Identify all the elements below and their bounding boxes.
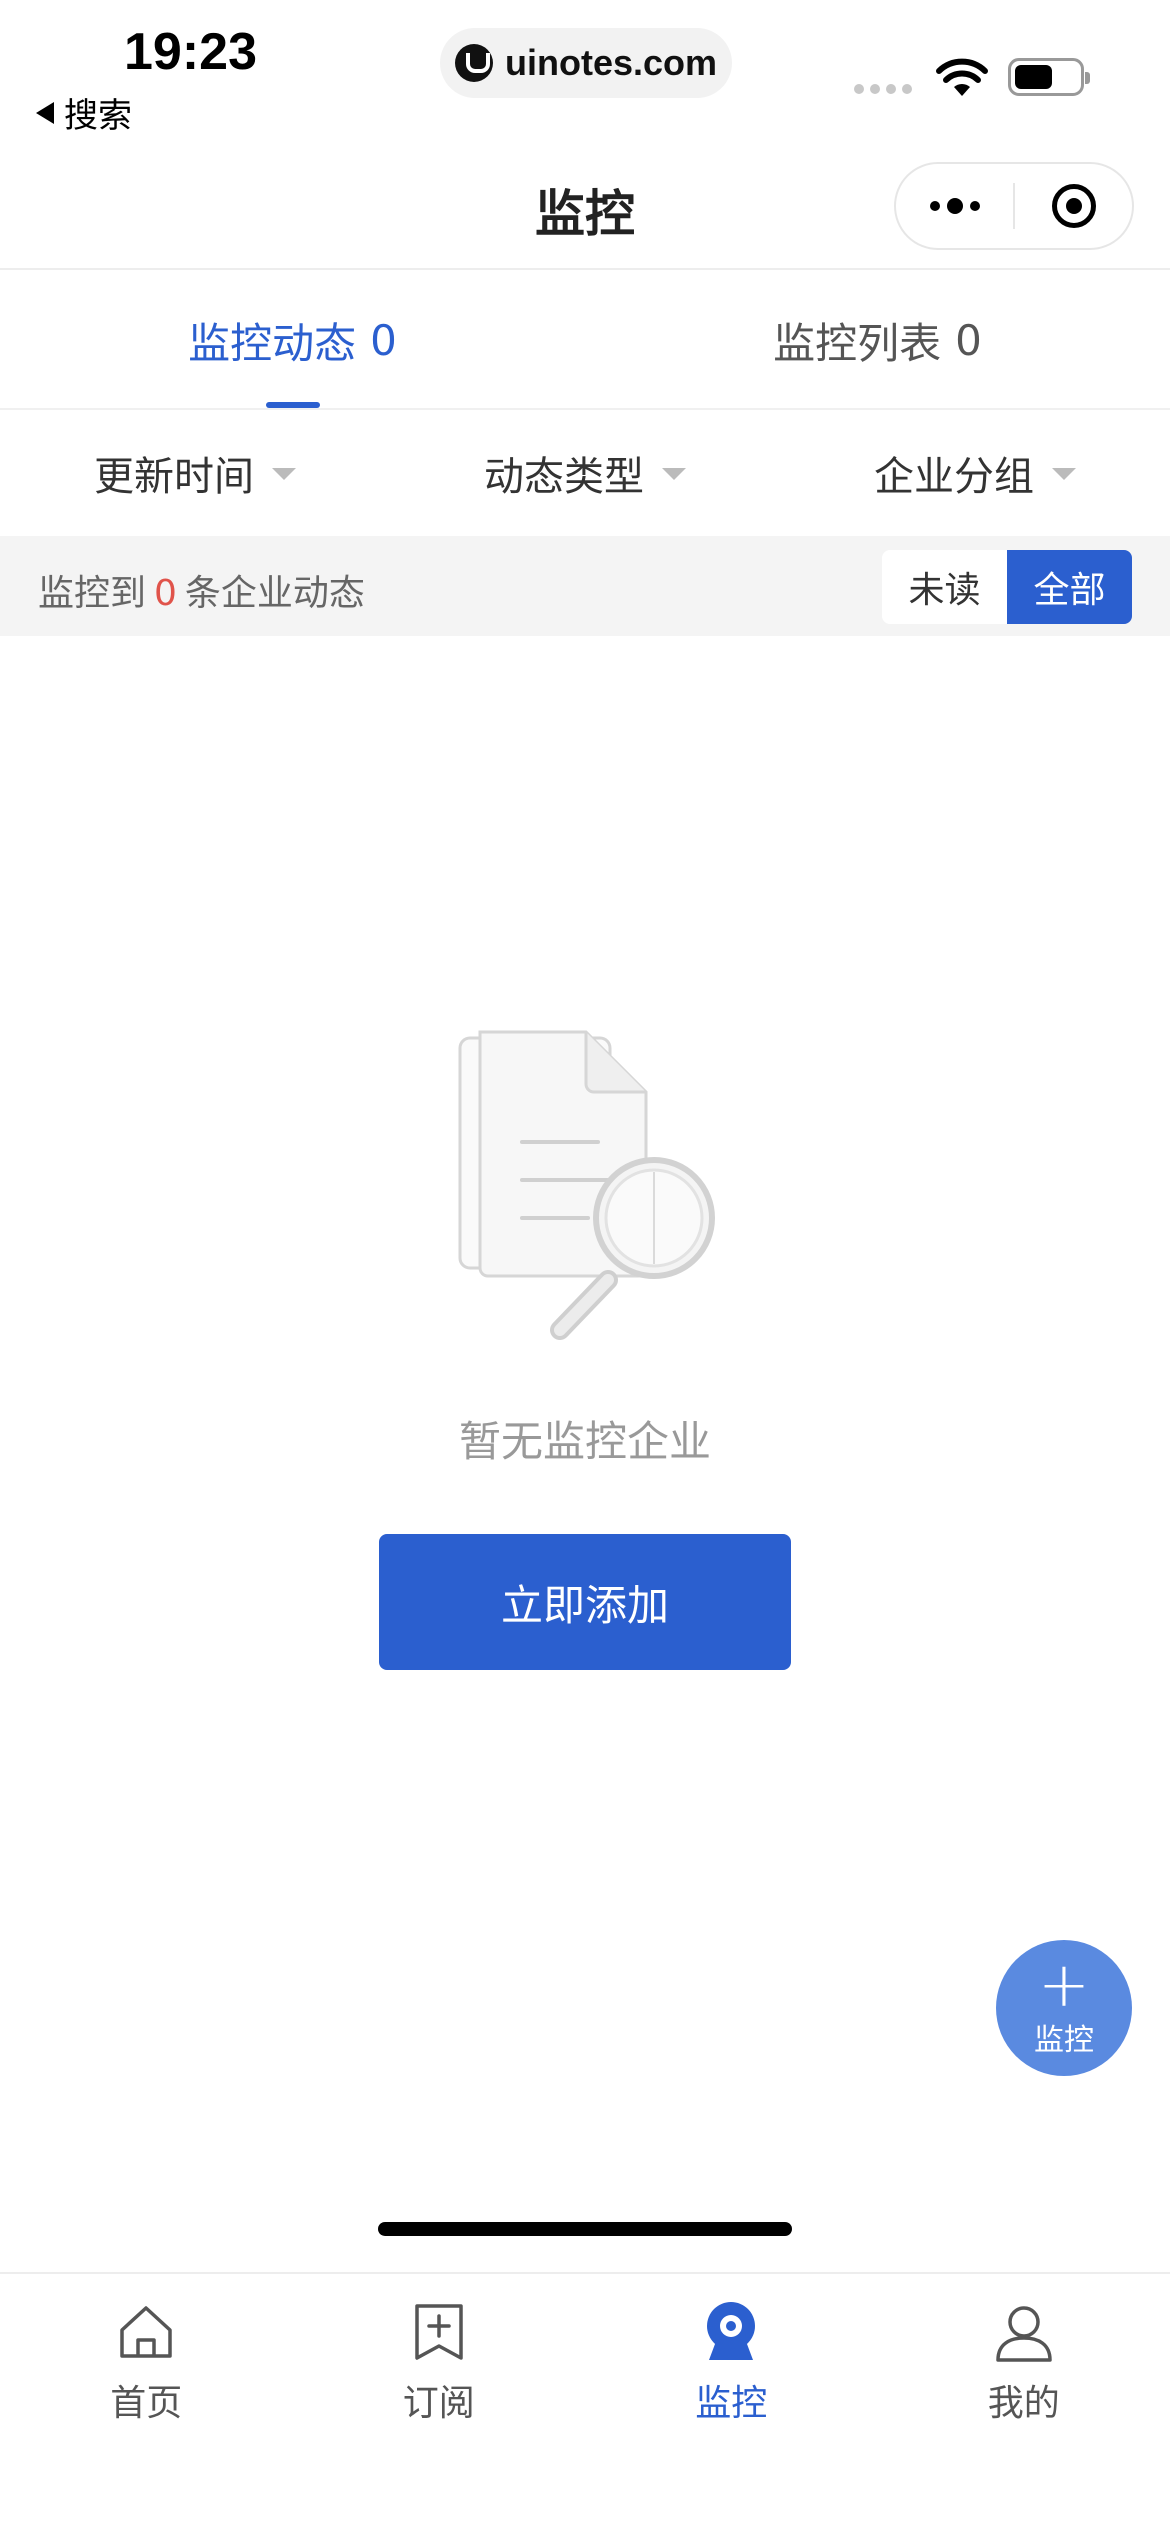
empty-document-search-icon [458,1030,715,1340]
back-label: 搜索 [64,96,132,136]
tabbar-label: 我的 [987,2383,1060,2424]
toggle-all[interactable]: 全部 [1007,550,1132,624]
filter-label: 动态类型 [484,454,644,500]
tabbar-item-subscribe[interactable]: 订阅 [293,2274,586,2464]
filter-label: 企业分组 [874,454,1034,500]
url-text: uinotes.com [504,42,718,83]
miniapp-capsule [894,162,1134,250]
add-now-button[interactable]: 立即添加 [379,1534,791,1670]
summary-text: 监控到 0 条企业动态 [38,564,365,616]
more-dots-icon [929,198,980,214]
status-bar: 19:23 搜索 uinotes.com [0,0,1170,150]
summary-suffix: 条企业动态 [184,573,365,614]
tabbar-label: 监控 [695,2383,768,2424]
summary-bar: 监控到 0 条企业动态 未读 全部 [0,536,1170,636]
monitor-icon [707,2302,756,2360]
home-indicator [378,2222,792,2236]
filter-update-time[interactable]: 更新时间 [0,410,390,536]
filter-label: 更新时间 [94,454,254,500]
empty-message: 暂无监控企业 [458,1417,711,1466]
tabbar-label: 首页 [110,2383,183,2424]
signal-icon [854,84,912,94]
close-miniapp-button[interactable] [1015,164,1132,248]
tabbar-item-profile[interactable]: 我的 [878,2274,1170,2464]
fab-label: 监控 [1034,2023,1094,2058]
battery-icon [1008,58,1090,96]
filter-company-group[interactable]: 企业分组 [780,410,1170,536]
profile-icon [996,2306,1052,2362]
home-icon [120,2306,172,2358]
more-button[interactable] [896,164,1013,248]
summary-prefix: 监控到 [38,573,147,614]
back-to-search-link[interactable]: 搜索 [36,88,132,137]
tab-count: 0 [370,315,397,365]
subscribe-icon [415,2304,463,2360]
plus-icon: + [1038,1948,1090,2021]
add-monitor-fab[interactable]: + 监控 [996,1940,1132,2076]
toggle-unread[interactable]: 未读 [882,550,1007,624]
tab-monitor-list[interactable]: 监控列表 0 [585,272,1170,408]
tabbar-item-home[interactable]: 首页 [0,2274,293,2464]
tabbar-label: 订阅 [402,2383,475,2424]
tab-bar: 监控动态 0 监控列表 0 [0,272,1170,410]
tab-label: 监控动态 [188,318,357,368]
caret-down-icon [272,468,296,480]
app-screen: 19:23 搜索 uinotes.com 监控 监控动态 0 监控列表 0 更新… [0,0,1170,2532]
nav-bar: 监控 [0,150,1170,270]
back-arrow-icon [36,101,54,124]
tab-count: 0 [955,315,982,365]
tabbar-item-monitor[interactable]: 监控 [585,2274,878,2464]
filter-event-type[interactable]: 动态类型 [390,410,780,536]
url-pill: uinotes.com [440,28,732,98]
tab-monitor-feed[interactable]: 监控动态 0 [0,272,585,408]
status-time: 19:23 [124,23,257,81]
bottom-tab-bar: 首页 订阅 监控 我的 [0,2272,1170,2532]
target-icon [1051,184,1096,228]
caret-down-icon [1052,468,1076,480]
wifi-icon [936,58,988,96]
caret-down-icon [662,468,686,480]
site-logo-icon [454,44,493,82]
read-filter-toggle: 未读 全部 [882,550,1132,624]
tab-label: 监控列表 [773,318,942,368]
summary-count: 0 [154,573,177,614]
filter-bar: 更新时间 动态类型 企业分组 [0,410,1170,536]
